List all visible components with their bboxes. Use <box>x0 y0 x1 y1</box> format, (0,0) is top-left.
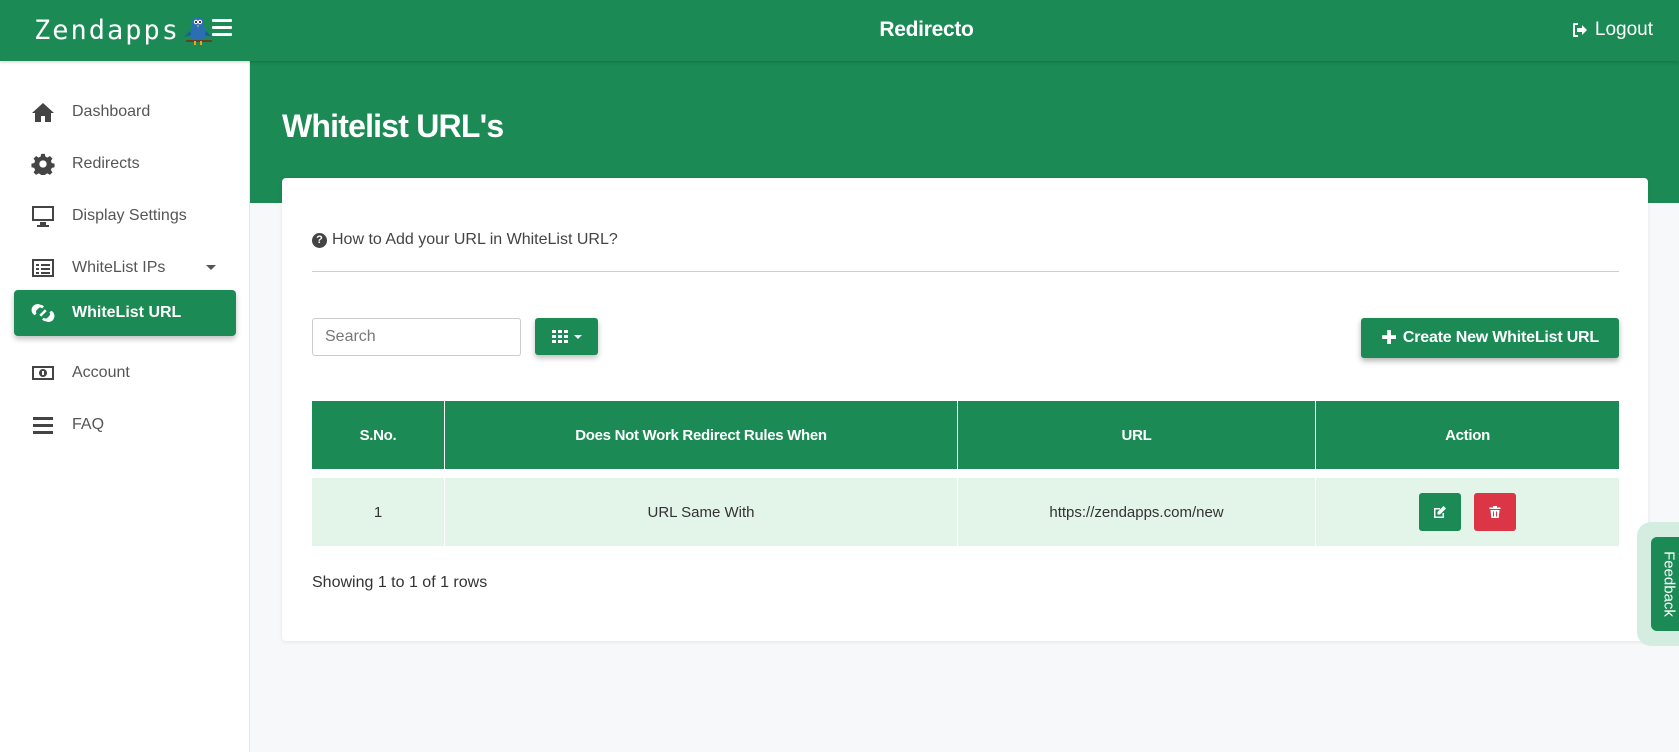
link-icon <box>30 301 56 325</box>
question-circle-icon: ? <box>312 232 327 248</box>
column-header-action: Action <box>1316 401 1619 469</box>
edit-icon <box>1434 506 1446 518</box>
delete-button[interactable] <box>1474 493 1516 531</box>
cell-url: https://zendapps.com/new <box>958 478 1316 546</box>
sidebar-item-whitelist-ips[interactable]: WhiteList IPs <box>14 245 236 291</box>
create-whitelist-url-button[interactable]: ✚ Create New WhiteList URL <box>1361 318 1619 358</box>
column-header-sno[interactable]: S.No. <box>312 401 445 469</box>
create-button-label: Create New WhiteList URL <box>1402 329 1599 346</box>
sidebar-item-display-settings[interactable]: Display Settings <box>14 193 236 239</box>
plus-icon: ✚ <box>1381 327 1397 349</box>
sidebar-item-faq[interactable]: FAQ <box>14 402 236 448</box>
chevron-down-icon <box>206 265 216 270</box>
money-icon <box>30 361 56 385</box>
sidebar-item-dashboard[interactable]: Dashboard <box>14 89 236 135</box>
feedback-label: Feedback <box>1660 551 1678 617</box>
sidebar-item-label: Display Settings <box>72 207 187 224</box>
trash-icon <box>1489 506 1501 518</box>
page-title: Whitelist URL's <box>282 108 504 144</box>
cell-sno: 1 <box>312 478 445 546</box>
cell-actions <box>1316 478 1619 546</box>
whitelist-url-table: S.No. Does Not Work Redirect Rules When … <box>312 401 1619 546</box>
sidebar-item-label: Account <box>72 364 130 381</box>
column-header-url[interactable]: URL <box>958 401 1316 469</box>
sidebar-item-redirects[interactable]: Redirects <box>14 141 236 187</box>
logout-button[interactable]: Logout <box>1571 19 1653 41</box>
gear-icon <box>30 152 56 176</box>
howto-link[interactable]: ? How to Add your URL in WhiteList URL? <box>312 231 618 249</box>
pagination-info: Showing 1 to 1 of 1 rows <box>312 574 488 591</box>
sidebar: Dashboard Redirects Display Settings Whi… <box>0 61 250 752</box>
grid-icon <box>551 330 568 343</box>
columns-toggle-button[interactable] <box>535 318 598 355</box>
bars-icon <box>30 413 56 437</box>
table-header-row: S.No. Does Not Work Redirect Rules When … <box>312 401 1619 469</box>
sign-out-icon <box>1572 23 1587 37</box>
sidebar-item-label: FAQ <box>72 416 105 433</box>
chevron-down-icon <box>573 334 582 339</box>
sidebar-item-account[interactable]: Account <box>14 350 236 396</box>
divider <box>312 271 1619 272</box>
home-icon <box>30 100 56 124</box>
sidebar-item-label: Dashboard <box>72 103 151 120</box>
table-spacer <box>312 469 1619 478</box>
app-title: Redirecto <box>879 18 974 41</box>
howto-label: How to Add your URL in WhiteList URL? <box>332 231 618 248</box>
table-row: 1 URL Same With https://zendapps.com/new <box>312 478 1619 546</box>
column-header-condition[interactable]: Does Not Work Redirect Rules When <box>445 401 958 469</box>
sidebar-item-label: Redirects <box>72 155 140 172</box>
logout-label: Logout <box>1594 19 1653 40</box>
monitor-icon <box>30 204 56 228</box>
list-icon <box>30 256 56 280</box>
edit-button[interactable] <box>1419 493 1461 531</box>
sidebar-item-label: WhiteList URL <box>72 304 182 321</box>
feedback-tab[interactable]: Feedback <box>1651 537 1679 631</box>
sidebar-item-label: WhiteList IPs <box>72 259 166 276</box>
content-card: ? How to Add your URL in WhiteList URL? … <box>282 178 1648 641</box>
search-input[interactable] <box>312 318 521 356</box>
cell-condition: URL Same With <box>445 478 958 546</box>
top-bar: Zendapps Redirecto Logout <box>0 0 1679 61</box>
sidebar-item-whitelist-url[interactable]: WhiteList URL <box>14 290 236 336</box>
